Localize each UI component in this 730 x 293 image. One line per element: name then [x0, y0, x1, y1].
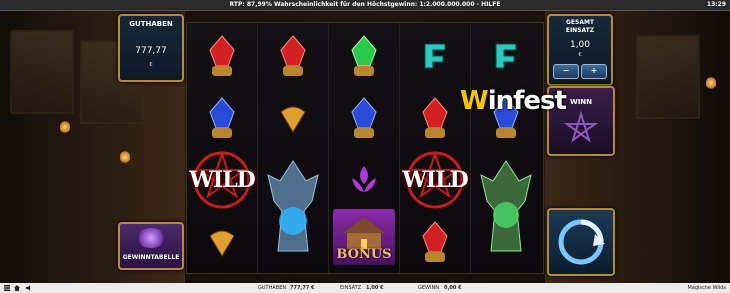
clock: 13:29 — [706, 1, 726, 8]
bet-decrease-button[interactable]: − — [553, 64, 579, 79]
gargoyle-green-icon — [480, 160, 532, 252]
gold-rune-icon — [209, 230, 235, 257]
game-title: Magische Wilds — [687, 285, 726, 291]
red-crystal-icon — [422, 221, 448, 262]
blue-crystal-icon — [209, 97, 235, 138]
gold-rune-symbol — [187, 211, 257, 273]
bet-currency: € — [578, 52, 582, 58]
home-icon[interactable] — [14, 285, 20, 291]
red-crystal-icon — [422, 97, 448, 138]
crystal-icon — [136, 228, 166, 248]
lamp-icon — [60, 120, 70, 134]
gold-rune-symbol — [258, 87, 328, 149]
wild-symbol: WILD — [187, 149, 257, 211]
background-window — [10, 30, 74, 114]
blue-crystal-symbol — [187, 87, 257, 149]
teal-rune-icon — [424, 43, 446, 69]
bonus-symbol: BONUS — [329, 205, 399, 271]
bottom-bet-value: 1,00 € — [366, 285, 384, 291]
red-crystal-icon — [280, 35, 306, 76]
haunted-house-icon: BONUS — [333, 209, 395, 265]
lamp-icon — [120, 150, 130, 164]
reel-grid: WILD BONUS WILD — [186, 22, 544, 274]
winfest-logo: Winfest — [460, 86, 567, 116]
menu-icon[interactable] — [4, 285, 10, 291]
bet-value: 1,00 — [569, 40, 591, 50]
pentagram-icon — [563, 110, 599, 143]
blue-crystal-symbol — [329, 87, 399, 149]
gargoyle-blue-icon — [267, 160, 319, 252]
reel-3: BONUS — [329, 23, 400, 273]
reel-2 — [258, 23, 329, 273]
balance-value: 777,77 — [135, 46, 167, 56]
red-crystal-symbol — [187, 25, 257, 87]
spin-button[interactable] — [547, 208, 615, 276]
bet-title-line2: EINSATZ — [565, 27, 595, 34]
lamp-icon — [706, 76, 716, 90]
logo-rest: infest — [487, 86, 567, 116]
wild-label: WILD — [402, 167, 469, 193]
wild-label: WILD — [189, 167, 256, 193]
bottom-bet-label: EINSATZ — [340, 285, 362, 291]
reel-5 — [471, 23, 543, 273]
bet-title-line1: GESAMT — [565, 19, 595, 26]
wild-symbol: WILD — [400, 149, 470, 211]
green-crystal-symbol — [329, 25, 399, 87]
purple-fleur-symbol — [329, 149, 399, 211]
bottom-status-bar: GUTHABEN 777,77 € EINSATZ 1,00 € GEWINN … — [0, 283, 730, 293]
bottom-win-value: 0,00 € — [444, 285, 462, 291]
red-crystal-symbol — [400, 211, 470, 273]
rtp-help-text[interactable]: RTP: 87,99% Wahrscheinlichkeit für den H… — [0, 0, 730, 10]
background-window — [636, 35, 700, 119]
teal-rune-icon — [495, 43, 517, 69]
bet-panel: GESAMT EINSATZ 1,00 € − + — [547, 14, 613, 86]
reel-1: WILD — [187, 23, 258, 273]
paytable-button[interactable]: GEWINNTABELLE — [118, 222, 184, 270]
teal-rune-symbol — [400, 25, 470, 87]
purple-fleur-icon — [352, 166, 376, 192]
reel-4: WILD — [400, 23, 471, 273]
paytable-label: GEWINNTABELLE — [122, 254, 180, 261]
gold-rune-icon — [280, 106, 306, 133]
bottom-balance-label: GUTHABEN — [258, 285, 287, 291]
balance-title: GUTHABEN — [129, 20, 173, 28]
gargoyle-green-symbol — [471, 149, 541, 273]
bottom-win-label: GEWINN — [418, 285, 439, 291]
gargoyle-blue-symbol — [258, 149, 328, 273]
red-crystal-symbol — [258, 25, 328, 87]
red-crystal-icon — [209, 35, 235, 76]
bet-increase-button[interactable]: + — [581, 64, 607, 79]
blue-crystal-icon — [351, 97, 377, 138]
bottom-balance-value: 777,77 € — [290, 285, 315, 291]
teal-rune-symbol — [471, 25, 541, 87]
sound-icon[interactable] — [26, 285, 32, 291]
top-info-bar: RTP: 87,99% Wahrscheinlichkeit für den H… — [0, 0, 730, 11]
balance-currency: € — [149, 62, 153, 68]
logo-w: W — [460, 86, 489, 116]
balance-panel: GUTHABEN 777,77 € — [118, 14, 184, 82]
spin-icon — [558, 219, 605, 265]
green-crystal-icon — [351, 35, 377, 76]
bonus-label: BONUS — [336, 247, 392, 262]
